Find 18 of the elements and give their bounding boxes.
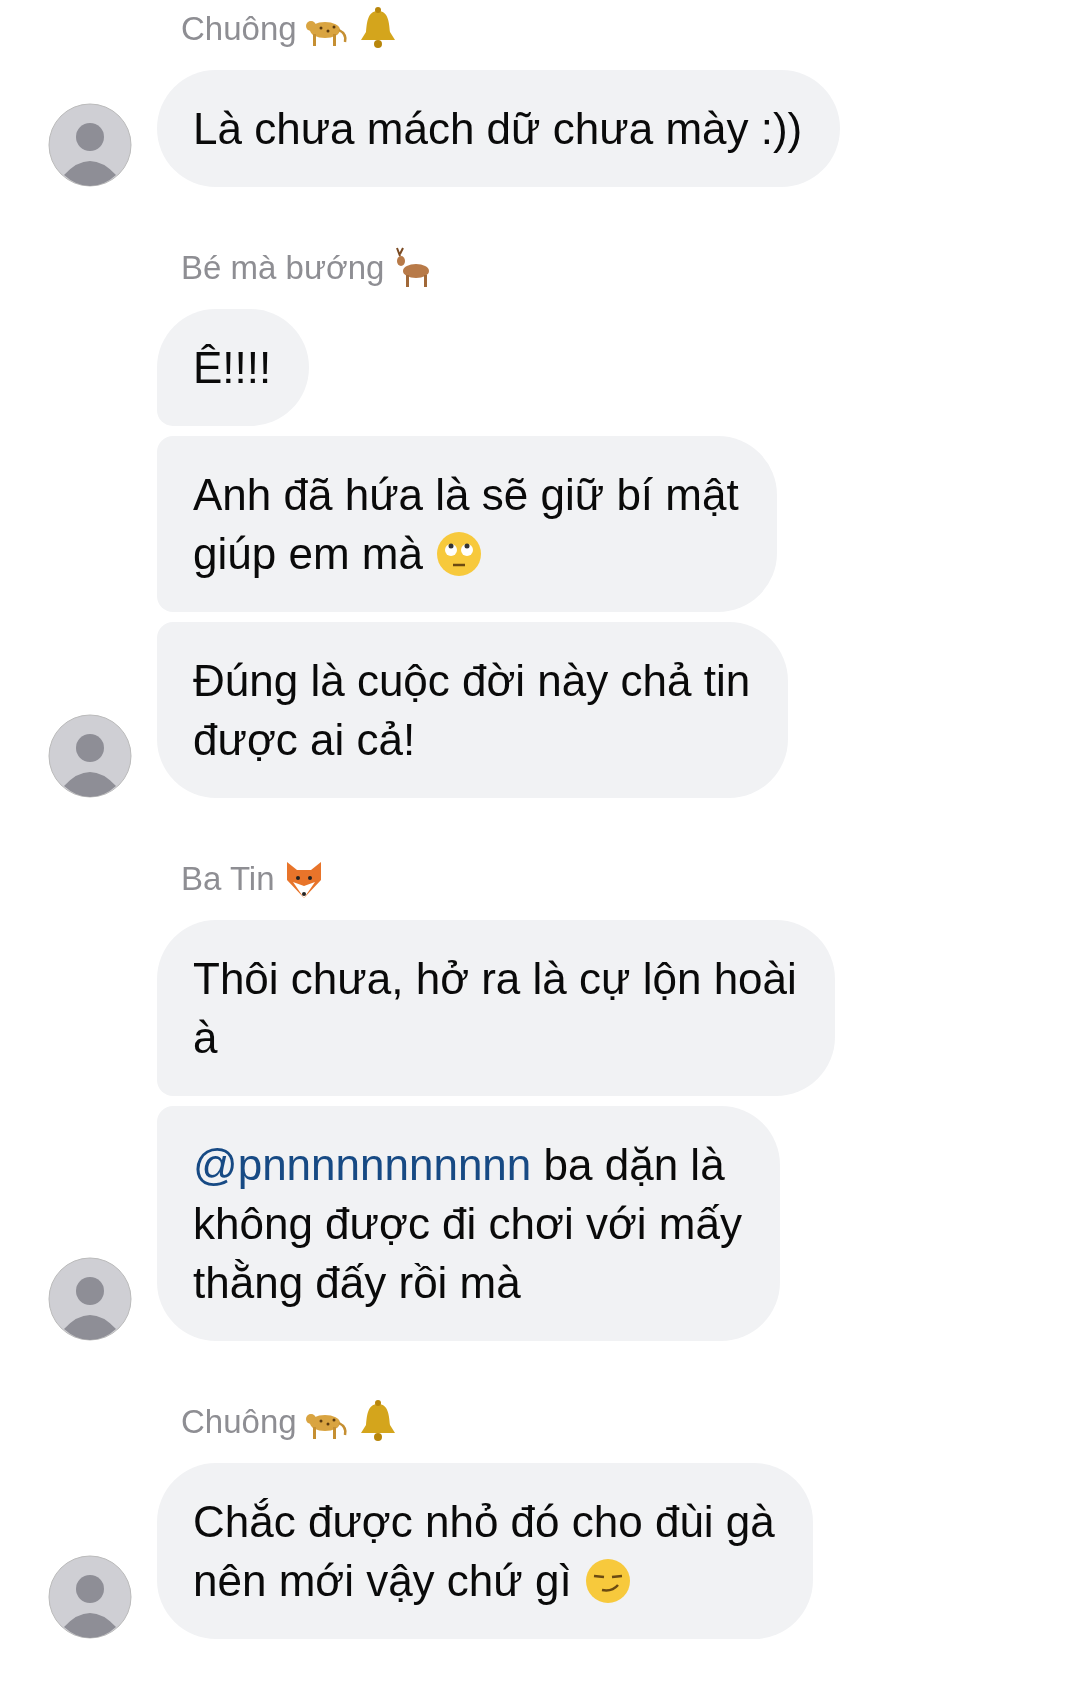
message-text: Chắc được nhỏ đó cho đùi gà nên mới vậy chứ gì [193, 1496, 775, 1607]
avatar[interactable] [48, 1555, 132, 1639]
mention-link[interactable]: @pnnnnnnnnnnn [193, 1140, 532, 1189]
smirk-face-icon [583, 1557, 632, 1605]
message-text: Là chưa mách dữ chưa mày :)) [193, 103, 803, 155]
sender-name: Chuông [181, 9, 297, 49]
message-text: Đúng là cuộc đời này chả tin được ai cả! [193, 655, 751, 766]
message-text: Anh đã hứa là sẽ giữ bí mật giúp em mà [193, 469, 739, 580]
sender-name: Chuông [181, 1402, 297, 1442]
message-text: Thôi chưa, hở ra là cự lộn hoài à [193, 953, 797, 1064]
message-text: Ê!!!! [193, 342, 272, 394]
message-text: @pnnnnnnnnnnn ba dặn là không được đi chơi với mấy thằng đấy rồi mà [193, 1139, 742, 1309]
eye-roll-face-icon [435, 530, 484, 578]
avatar[interactable] [48, 714, 132, 798]
sender-name: Bé mà bướng [181, 248, 385, 288]
avatar[interactable] [48, 103, 132, 187]
avatar[interactable] [48, 1257, 132, 1341]
sender-name: Ba Tin [181, 859, 275, 899]
